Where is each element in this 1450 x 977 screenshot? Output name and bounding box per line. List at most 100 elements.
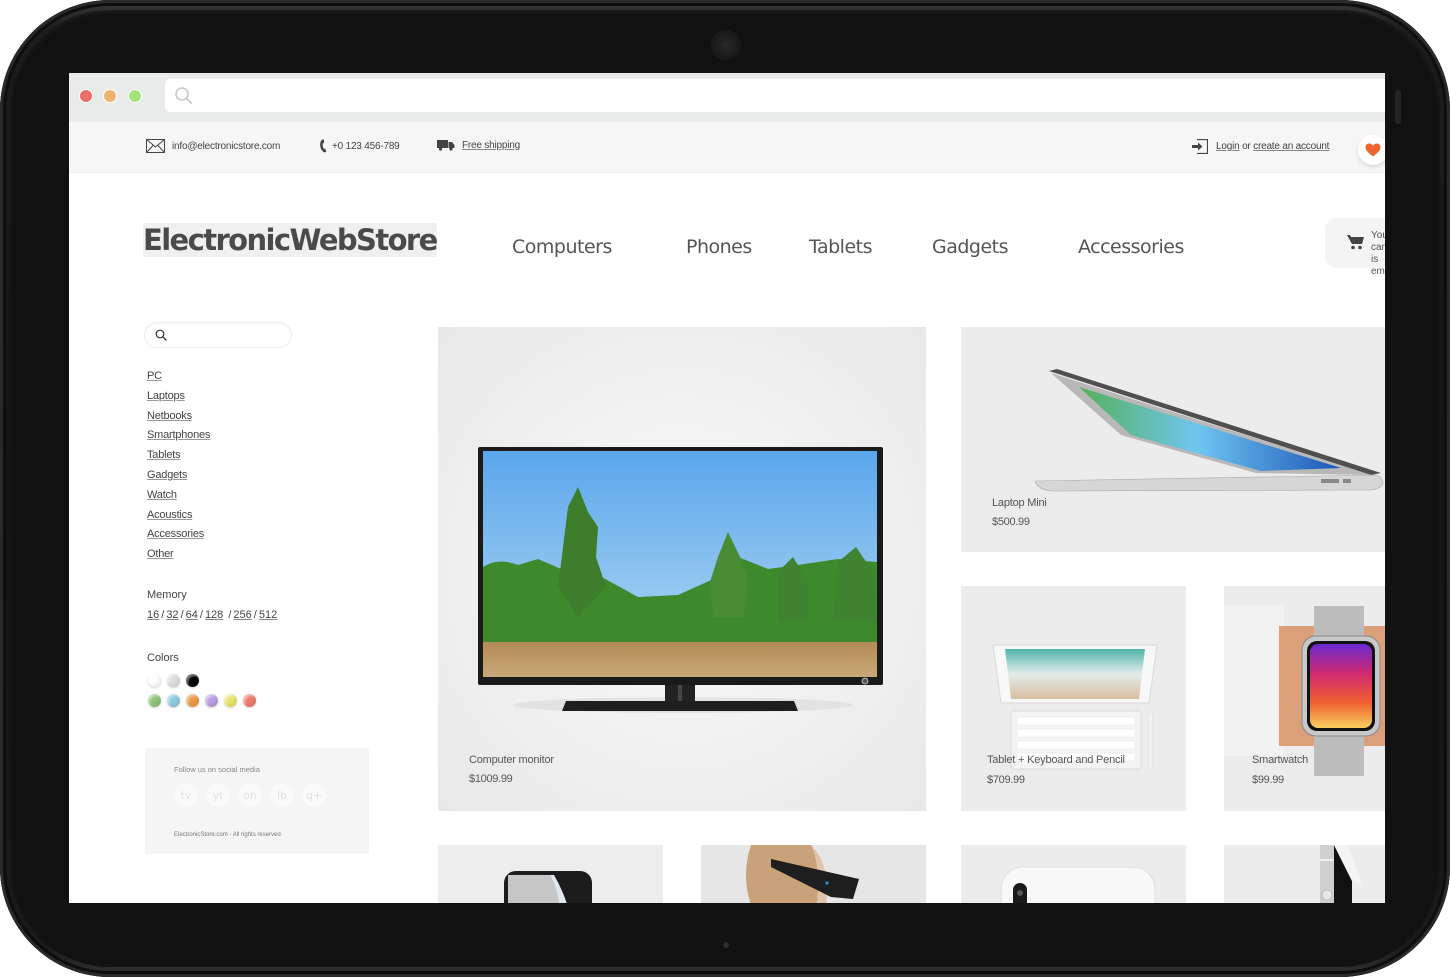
product-name[interactable]: Smartwatch bbox=[1252, 754, 1308, 766]
category-item[interactable]: Tablets bbox=[147, 449, 210, 469]
category-list: PC Laptops Netbooks Smartphones Tablets … bbox=[147, 370, 210, 568]
category-item[interactable]: PC bbox=[147, 370, 210, 390]
product-card-monitor[interactable]: Computer monitor $1009.99 bbox=[438, 327, 926, 811]
memory-option[interactable]: 128 bbox=[205, 609, 223, 621]
heart-icon bbox=[1365, 143, 1381, 157]
cart-status-line1: Your cart bbox=[1371, 230, 1385, 253]
color-swatch[interactable] bbox=[167, 674, 180, 687]
color-swatch[interactable] bbox=[186, 694, 199, 707]
cart-icon bbox=[1347, 235, 1364, 250]
create-account-link[interactable]: create an account bbox=[1253, 141, 1329, 152]
category-item[interactable]: Gadgets bbox=[147, 469, 210, 489]
category-label[interactable]: PC bbox=[147, 370, 162, 382]
nav-item-gadgets[interactable]: Gadgets bbox=[932, 236, 1009, 258]
product-name[interactable]: Tablet + Keyboard and Pencil bbox=[987, 754, 1125, 766]
category-item[interactable]: Accessories bbox=[147, 528, 210, 548]
color-swatch[interactable] bbox=[148, 694, 161, 707]
social-tv-icon[interactable]: tv bbox=[174, 783, 198, 807]
free-shipping-link[interactable]: Free shipping bbox=[437, 139, 520, 151]
category-item[interactable]: Smartphones bbox=[147, 429, 210, 449]
color-swatches-row bbox=[148, 674, 199, 687]
color-swatch[interactable] bbox=[167, 694, 180, 707]
color-swatch[interactable] bbox=[224, 694, 237, 707]
color-swatches-row bbox=[148, 694, 256, 707]
nav-item-computers[interactable]: Computers bbox=[512, 236, 612, 258]
sidebar-search-input[interactable] bbox=[175, 325, 289, 345]
sidebar-search[interactable] bbox=[145, 323, 291, 347]
category-label[interactable]: Smartphones bbox=[147, 429, 210, 441]
category-item[interactable]: Watch bbox=[147, 489, 210, 509]
contact-email[interactable]: info@electronicstore.com bbox=[146, 139, 280, 153]
truck-icon bbox=[437, 140, 455, 151]
color-swatch[interactable] bbox=[243, 694, 256, 707]
memory-option[interactable]: 64 bbox=[186, 609, 198, 621]
store-logo[interactable]: ElectronicWebStore bbox=[143, 223, 438, 257]
url-input[interactable] bbox=[165, 79, 1385, 112]
social-yt-icon[interactable]: yt bbox=[206, 783, 230, 807]
minimize-window-button[interactable] bbox=[103, 89, 117, 103]
category-label[interactable]: Tablets bbox=[147, 449, 181, 461]
favorites-button[interactable] bbox=[1358, 135, 1385, 165]
memory-option[interactable]: 512 bbox=[259, 609, 277, 621]
product-card-tablet[interactable]: Tablet + Keyboard and Pencil $709.99 bbox=[961, 586, 1186, 811]
social-on-icon[interactable]: on bbox=[238, 783, 262, 807]
email-text: info@electronicstore.com bbox=[172, 140, 281, 152]
product-card-smartwatch[interactable]: Smartwatch $99.99 bbox=[1224, 586, 1385, 811]
product-price: $1009.99 bbox=[469, 773, 513, 785]
nav-item-accessories[interactable]: Accessories bbox=[1078, 236, 1184, 258]
login-icon bbox=[1192, 139, 1208, 154]
account-links: Login or create an account bbox=[1192, 139, 1329, 154]
product-card-smartphone[interactable] bbox=[961, 845, 1186, 903]
smartphone-back-image bbox=[1000, 866, 1156, 903]
category-item[interactable]: Laptops bbox=[147, 390, 210, 410]
nav-item-phones[interactable]: Phones bbox=[686, 236, 752, 258]
color-swatch[interactable] bbox=[186, 674, 199, 687]
side-button[interactable] bbox=[1395, 90, 1401, 124]
memory-option[interactable]: 256 bbox=[233, 609, 251, 621]
browser-toolbar bbox=[69, 73, 1385, 122]
browser-screen: info@electronicstore.com +0 123 456-789 … bbox=[69, 73, 1385, 903]
memory-option[interactable]: 32 bbox=[166, 609, 178, 621]
product-card-screen-protector[interactable] bbox=[438, 845, 663, 903]
category-label[interactable]: Acoustics bbox=[147, 509, 192, 521]
memory-filter-title: Memory bbox=[147, 589, 187, 601]
or-text: or bbox=[1242, 141, 1251, 152]
color-swatch[interactable] bbox=[148, 674, 161, 687]
camera-icon bbox=[711, 30, 741, 60]
nav-item-tablets[interactable]: Tablets bbox=[809, 236, 872, 258]
category-label[interactable]: Gadgets bbox=[147, 469, 187, 481]
social-media-panel: Follow us on social media tv yt on lb q+… bbox=[145, 748, 369, 854]
product-name[interactable]: Laptop Mini bbox=[992, 497, 1047, 509]
product-card-laptop[interactable]: Laptop Mini $500.99 bbox=[961, 327, 1385, 552]
category-label[interactable]: Netbooks bbox=[147, 410, 192, 422]
search-icon bbox=[155, 329, 167, 341]
product-price: $500.99 bbox=[992, 516, 1030, 528]
memory-option[interactable]: 16 bbox=[147, 609, 159, 621]
category-label[interactable]: Laptops bbox=[147, 390, 185, 402]
cart-status: Your cart is empty bbox=[1371, 230, 1385, 278]
category-label[interactable]: Accessories bbox=[147, 528, 204, 540]
social-lb-icon[interactable]: lb bbox=[270, 783, 294, 807]
colors-filter-title: Colors bbox=[147, 652, 179, 664]
category-item[interactable]: Acoustics bbox=[147, 509, 210, 529]
product-card-vr-headset[interactable] bbox=[701, 845, 926, 903]
copyright-text: ElectronicStore.com - All rights reserve… bbox=[174, 832, 281, 838]
top-info-bar: info@electronicstore.com +0 123 456-789 … bbox=[69, 122, 1385, 173]
category-label[interactable]: Watch bbox=[147, 489, 177, 501]
category-item[interactable]: Other bbox=[147, 548, 210, 568]
color-swatch[interactable] bbox=[205, 694, 218, 707]
home-sensor bbox=[723, 942, 729, 948]
vr-headset-image bbox=[746, 845, 859, 903]
category-item[interactable]: Netbooks bbox=[147, 410, 210, 430]
product-name[interactable]: Computer monitor bbox=[469, 754, 554, 766]
social-gplus-icon[interactable]: q+ bbox=[302, 783, 326, 807]
maximize-window-button[interactable] bbox=[128, 89, 142, 103]
login-link[interactable]: Login bbox=[1216, 141, 1240, 152]
cart-button[interactable]: Your cart is empty bbox=[1325, 218, 1385, 277]
search-icon bbox=[175, 87, 192, 104]
envelope-icon bbox=[146, 139, 165, 153]
product-card-smartphone-side[interactable] bbox=[1224, 845, 1385, 903]
close-window-button[interactable] bbox=[79, 89, 93, 103]
category-label[interactable]: Other bbox=[147, 548, 174, 560]
contact-phone[interactable]: +0 123 456-789 bbox=[319, 139, 400, 153]
